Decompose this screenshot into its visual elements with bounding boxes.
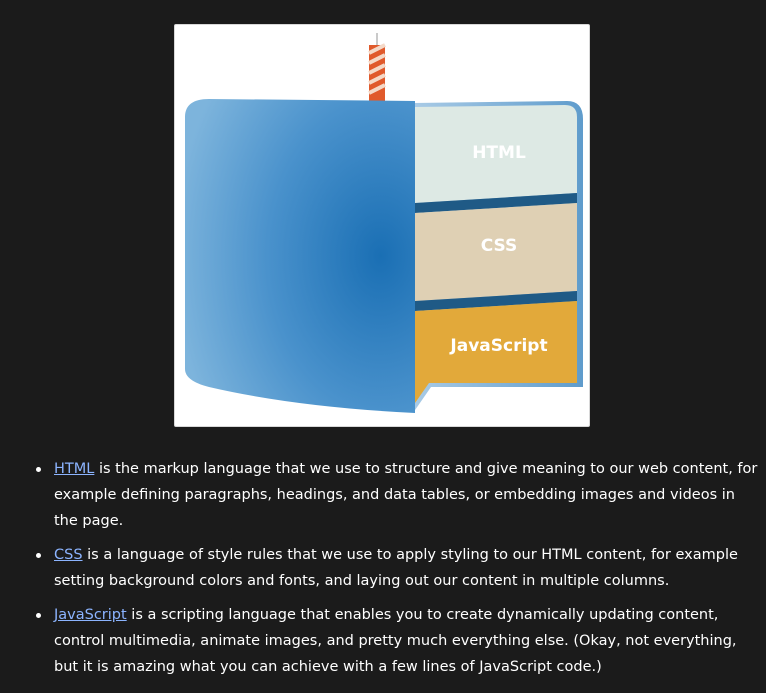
list-item-javascript: JavaScript is a scripting language that …	[28, 602, 758, 680]
cake-diagram: HTML CSS JavaScript	[174, 24, 590, 427]
bullet-icon	[36, 613, 41, 618]
javascript-link[interactable]: JavaScript	[54, 607, 127, 623]
list-item-html: HTML is the markup language that we use …	[28, 456, 758, 534]
css-link[interactable]: CSS	[54, 547, 83, 563]
html-description: is the markup language that we use to st…	[54, 461, 758, 529]
cake-diagram-svg: HTML CSS JavaScript	[185, 33, 583, 413]
bullet-icon	[36, 553, 41, 558]
technology-list: HTML is the markup language that we use …	[28, 456, 758, 688]
html-layer-label: HTML	[472, 143, 526, 163]
css-layer-label: CSS	[481, 236, 518, 256]
candle-icon	[368, 33, 386, 101]
javascript-description: is a scripting language that enables you…	[54, 607, 737, 675]
css-description: is a language of style rules that we use…	[54, 547, 738, 589]
bullet-icon	[36, 467, 41, 472]
html-link[interactable]: HTML	[54, 461, 94, 477]
list-item-css: CSS is a language of style rules that we…	[28, 542, 758, 594]
javascript-layer-label: JavaScript	[449, 336, 547, 356]
cake-body	[185, 99, 415, 413]
